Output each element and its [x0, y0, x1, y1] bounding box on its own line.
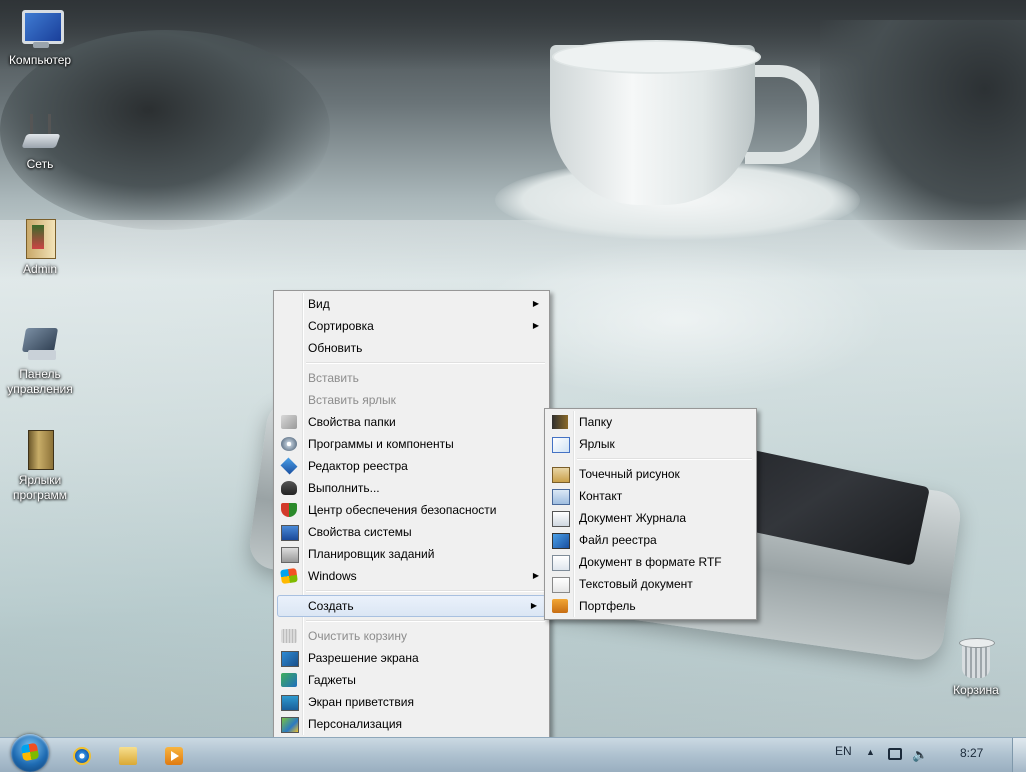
create-submenu: Папку Ярлык Точечный рисунок Контакт Док…: [544, 408, 757, 620]
submenu-item-rtf-document[interactable]: Документ в формате RTF: [547, 551, 754, 573]
desktop-icon-label: Панель управления: [7, 367, 73, 396]
taskbar-media-player[interactable]: [154, 741, 194, 769]
submenu-arrow-icon: ▶: [532, 321, 539, 330]
network-tray-icon[interactable]: [888, 748, 902, 760]
desktop-icon-label: Корзина: [953, 683, 999, 697]
submenu-arrow-icon: ▶: [532, 571, 539, 580]
wallpaper-cup-rim: [552, 40, 761, 74]
submenu-item-shortcut[interactable]: Ярлык: [547, 433, 754, 455]
menu-item-windows[interactable]: Windows ▶: [276, 565, 547, 587]
gadgets-icon: [281, 673, 297, 687]
show-desktop-button[interactable]: [1012, 738, 1026, 772]
menu-separator: [306, 620, 545, 622]
registry-file-icon: [552, 533, 570, 549]
network-icon: [18, 112, 62, 154]
taskbar-internet-explorer[interactable]: [62, 741, 102, 769]
desktop-icon-admin[interactable]: Admin: [0, 217, 80, 277]
desktop-context-menu: Вид ▶ Сортировка ▶ Обновить Вставить Вст…: [273, 290, 550, 737]
computer-icon: [18, 8, 64, 50]
menu-item-view[interactable]: Вид ▶: [276, 293, 547, 315]
screen-resolution-icon: [281, 651, 299, 667]
task-scheduler-icon: [281, 547, 299, 563]
menu-item-paste[interactable]: Вставить: [276, 367, 547, 389]
menu-item-refresh[interactable]: Обновить: [276, 337, 547, 359]
folder-icon: [552, 415, 568, 429]
program-shortcuts-icon: [18, 428, 62, 470]
menu-item-security-center[interactable]: Центр обеспечения безопасности: [276, 499, 547, 521]
system-properties-icon: [281, 525, 299, 541]
registry-editor-icon: [280, 457, 298, 475]
start-button[interactable]: [11, 734, 49, 772]
taskbar-windows-explorer[interactable]: [108, 741, 148, 769]
menu-separator: [306, 362, 545, 364]
menu-item-screen-resolution[interactable]: Разрешение экрана: [276, 647, 547, 669]
journal-document-icon: [552, 511, 570, 527]
desktop-icon-label: Компьютер: [8, 53, 72, 67]
desktop-icon-label: Admin: [22, 262, 57, 276]
menu-item-system-properties[interactable]: Свойства системы: [276, 521, 547, 543]
desktop-icon-recycle-bin[interactable]: Корзина: [936, 638, 1016, 698]
submenu-arrow-icon: ▶: [532, 299, 539, 308]
menu-separator: [306, 590, 545, 592]
volume-icon[interactable]: 🔈: [912, 747, 928, 763]
submenu-item-contact[interactable]: Контакт: [547, 485, 754, 507]
menu-item-personalization[interactable]: Персонализация: [276, 713, 547, 735]
windows-explorer-icon: [119, 747, 137, 765]
submenu-item-briefcase[interactable]: Портфель: [547, 595, 754, 617]
desktop-icon-program-shortcuts[interactable]: Ярлыки программ: [0, 428, 80, 503]
clock[interactable]: 8:27: [960, 746, 983, 760]
show-hidden-icons-icon[interactable]: ▲: [866, 747, 875, 757]
welcome-screen-icon: [281, 695, 299, 711]
submenu-item-journal-document[interactable]: Документ Журнала: [547, 507, 754, 529]
menu-item-registry-editor[interactable]: Редактор реестра: [276, 455, 547, 477]
rtf-document-icon: [552, 555, 570, 571]
shortcut-icon: [552, 437, 570, 453]
desktop-icon-network[interactable]: Сеть: [0, 112, 80, 172]
submenu-item-bitmap[interactable]: Точечный рисунок: [547, 463, 754, 485]
bitmap-image-icon: [552, 467, 570, 483]
desktop-wallpaper: Компьютер Сеть Admin Панель управления Я…: [0, 0, 1026, 737]
briefcase-icon: [552, 599, 568, 613]
desktop-icon-label: Ярлыки программ: [12, 473, 68, 502]
menu-item-welcome-screen[interactable]: Экран приветствия: [276, 691, 547, 713]
run-icon: [281, 481, 297, 495]
security-shield-icon: [281, 503, 297, 517]
language-indicator[interactable]: EN: [835, 744, 852, 758]
contact-card-icon: [552, 489, 570, 505]
menu-item-sort[interactable]: Сортировка ▶: [276, 315, 547, 337]
windows-logo-icon: [280, 567, 298, 585]
submenu-item-folder[interactable]: Папку: [547, 411, 754, 433]
wallpaper-background-object: [820, 20, 1026, 250]
desktop-icon-label: Сеть: [26, 157, 54, 171]
wallpaper-cup-handle: [745, 65, 819, 164]
windows-logo-icon: [20, 742, 40, 762]
menu-separator: [577, 458, 752, 460]
menu-item-folder-options[interactable]: Свойства папки: [276, 411, 547, 433]
programs-icon: [281, 437, 297, 451]
text-document-icon: [552, 577, 570, 593]
desktop-icon-control-panel[interactable]: Панель управления: [0, 322, 80, 397]
menu-item-paste-shortcut[interactable]: Вставить ярлык: [276, 389, 547, 411]
menu-item-task-scheduler[interactable]: Планировщик заданий: [276, 543, 547, 565]
empty-recycle-bin-icon: [281, 629, 297, 643]
internet-explorer-icon: [73, 747, 91, 765]
menu-item-create[interactable]: Создать ▶: [277, 595, 546, 617]
menu-item-gadgets[interactable]: Гаджеты: [276, 669, 547, 691]
desktop-icon-computer[interactable]: Компьютер: [0, 8, 80, 68]
submenu-arrow-icon: ▶: [530, 601, 537, 610]
submenu-item-registry-file[interactable]: Файл реестра: [547, 529, 754, 551]
user-folder-icon: [18, 217, 62, 259]
media-player-icon: [165, 747, 183, 765]
taskbar: EN ▲ 🔈 8:27: [0, 734, 1026, 772]
personalization-icon: [281, 717, 299, 733]
menu-item-empty-recycle-bin[interactable]: Очистить корзину: [276, 625, 547, 647]
submenu-item-text-document[interactable]: Текстовый документ: [547, 573, 754, 595]
recycle-bin-icon: [954, 638, 998, 680]
folder-options-icon: [281, 415, 297, 429]
menu-item-programs-features[interactable]: Программы и компоненты: [276, 433, 547, 455]
control-panel-icon: [18, 322, 62, 364]
menu-item-run[interactable]: Выполнить...: [276, 477, 547, 499]
